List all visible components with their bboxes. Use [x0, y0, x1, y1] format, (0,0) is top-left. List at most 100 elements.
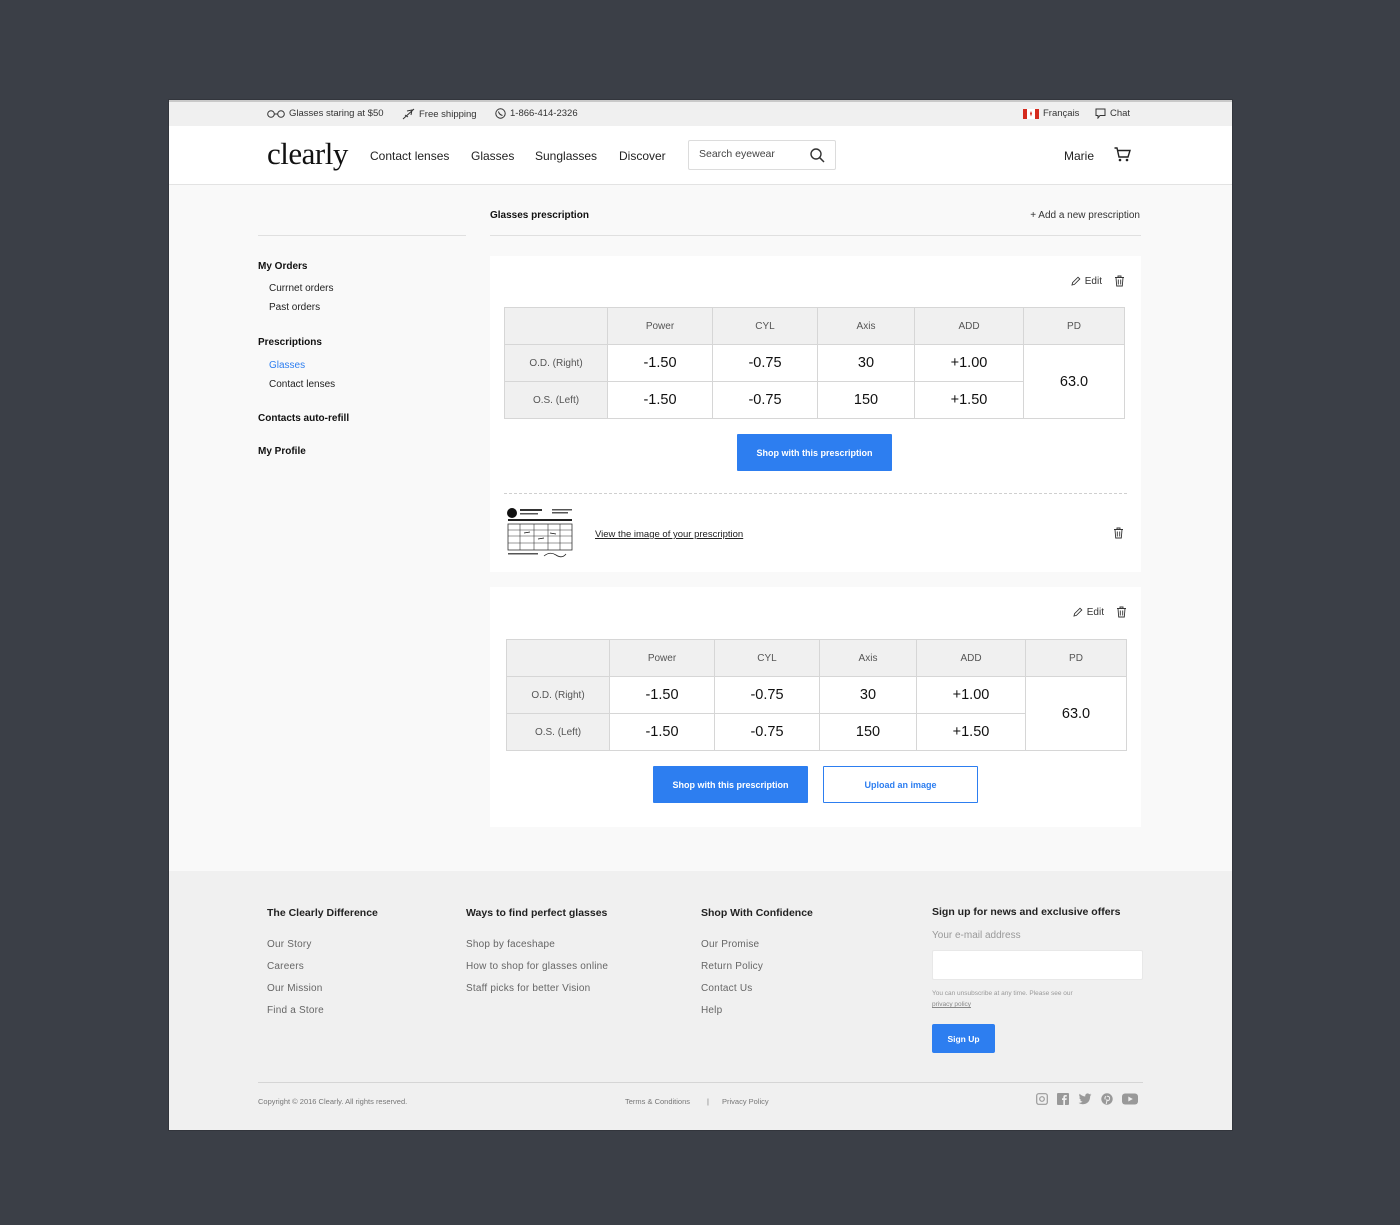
footer-link-find-a-store[interactable]: Find a Store [267, 1005, 324, 1016]
footer-link-help[interactable]: Help [701, 1005, 722, 1016]
sidebar-item-current-orders[interactable]: Currnet orders [269, 283, 333, 294]
prescription-table: Power CYL Axis ADD PD O.D. (Right) -1.50… [504, 307, 1125, 419]
prescription-card: Edit Power CYL Axis ADD PD O.D. (Right) … [490, 587, 1141, 827]
edit-button[interactable]: Edit [1073, 607, 1104, 618]
sidebar-my-orders[interactable]: My Orders [258, 261, 307, 272]
twitter-icon[interactable] [1078, 1093, 1092, 1105]
sidebar-prescriptions[interactable]: Prescriptions [258, 337, 322, 348]
account-page: Glasses staring at $50 Free shipping 1-8… [169, 100, 1232, 1130]
copyright-text: Copyright © 2016 Clearly. All rights res… [258, 1097, 408, 1106]
sidebar-my-profile[interactable]: My Profile [258, 446, 306, 457]
site-footer: The Clearly Difference Our Story Careers… [169, 871, 1232, 1130]
glasses-icon [267, 109, 285, 118]
prescription-image-thumbnail[interactable] [504, 506, 576, 560]
search-input[interactable] [699, 148, 804, 160]
footer-link-contact-us[interactable]: Contact Us [701, 983, 752, 994]
title-divider [490, 235, 1141, 236]
table-row: O.D. (Right) -1.50 -0.75 30 +1.00 63.0 [504, 344, 1125, 419]
logo[interactable]: clearly [267, 136, 348, 172]
card-actions: Edit [1071, 275, 1125, 287]
site-header: clearly Contact lenses Glasses Sunglasse… [169, 126, 1232, 185]
pinterest-icon[interactable] [1101, 1093, 1113, 1105]
footer-link-our-story[interactable]: Our Story [267, 939, 312, 950]
privacy-link[interactable]: Privacy Policy [722, 1097, 769, 1106]
email-label: Your e-mail address [932, 930, 1021, 941]
footer-heading: The Clearly Difference [267, 907, 378, 919]
edit-label: Edit [1086, 606, 1104, 618]
trash-icon[interactable] [1114, 275, 1125, 287]
footer-link-our-mission[interactable]: Our Mission [267, 983, 323, 994]
sidebar-divider [258, 235, 466, 236]
footer-link-how-to-shop[interactable]: How to shop for glasses online [466, 961, 608, 972]
nav-sunglasses[interactable]: Sunglasses [535, 149, 597, 163]
sign-up-button[interactable]: Sign Up [932, 1024, 995, 1053]
shop-with-prescription-button[interactable]: Shop with this prescription [737, 434, 892, 471]
chat-text: Chat [1110, 108, 1131, 119]
shop-with-prescription-button[interactable]: Shop with this prescription [653, 766, 808, 803]
sidebar-contacts-auto-refill[interactable]: Contacts auto-refill [258, 413, 349, 424]
nav-contact-lenses[interactable]: Contact lenses [370, 149, 449, 163]
prescription-card: Edit Power CYL Axis ADD PD O.D. (Right) … [490, 256, 1141, 572]
add-value: +1.50 [916, 713, 1026, 751]
power-value: -1.50 [607, 381, 713, 419]
edit-button[interactable]: Edit [1071, 276, 1102, 287]
search-icon[interactable] [810, 148, 825, 163]
page-title: Glasses prescription [490, 210, 589, 221]
footer-link-our-promise[interactable]: Our Promise [701, 939, 759, 950]
instagram-icon[interactable] [1036, 1093, 1048, 1105]
footer-link-staff-picks[interactable]: Staff picks for better Vision [466, 983, 590, 994]
nav-glasses[interactable]: Glasses [471, 149, 514, 163]
plane-icon [402, 108, 415, 120]
account-sidebar: My Orders Currnet orders Past orders Pre… [258, 235, 466, 457]
user-name[interactable]: Marie [1064, 149, 1094, 163]
language-text: Français [1043, 108, 1080, 119]
table-header-row: Power CYL Axis ADD PD [504, 307, 1125, 345]
power-value: -1.50 [609, 676, 715, 714]
card-actions: Edit [1073, 606, 1127, 618]
footer-link-faceshape[interactable]: Shop by faceshape [466, 939, 555, 950]
promo-text: Glasses staring at $50 [289, 108, 384, 119]
dashed-divider [504, 493, 1127, 494]
power-value: -1.50 [609, 713, 715, 751]
phone-text: 1-866-414-2326 [510, 108, 578, 119]
table-corner-cell [506, 639, 610, 677]
footer-heading: Ways to find perfect glasses [466, 907, 608, 919]
upload-image-button[interactable]: Upload an image [823, 766, 978, 803]
column-header: Power [607, 307, 713, 345]
facebook-icon[interactable] [1057, 1093, 1069, 1105]
cyl-value: -0.75 [712, 344, 818, 382]
footer-link-return-policy[interactable]: Return Policy [701, 961, 763, 972]
add-prescription-link[interactable]: + Add a new prescription [1030, 210, 1140, 221]
column-header: CYL [712, 307, 818, 345]
chat-icon [1095, 108, 1106, 119]
phone-icon [495, 108, 506, 119]
prescription-scan-icon [507, 508, 573, 558]
cart-icon[interactable] [1114, 147, 1131, 162]
chat-button[interactable]: Chat [1095, 108, 1130, 119]
social-links [1036, 1093, 1138, 1105]
trash-icon[interactable] [1116, 606, 1127, 618]
cyl-value: -0.75 [712, 381, 818, 419]
privacy-policy-link[interactable]: privacy policy [932, 1001, 971, 1008]
trash-icon[interactable] [1113, 527, 1124, 539]
column-header: Axis [819, 639, 917, 677]
youtube-icon[interactable] [1122, 1093, 1138, 1105]
axis-value: 30 [819, 676, 917, 714]
sidebar-item-glasses[interactable]: Glasses [269, 360, 305, 371]
unsubscribe-note: You can unsubscribe at any time. Please … [932, 988, 1117, 1010]
email-field[interactable] [932, 950, 1143, 980]
column-header: PD [1025, 639, 1127, 677]
pencil-icon [1073, 607, 1083, 617]
sidebar-item-contact-lenses[interactable]: Contact lenses [269, 379, 335, 390]
shipping-item: Free shipping [402, 108, 477, 120]
view-prescription-image-link[interactable]: View the image of your prescription [595, 529, 743, 540]
column-header: ADD [916, 639, 1026, 677]
nav-discover[interactable]: Discover [619, 149, 666, 163]
sidebar-item-past-orders[interactable]: Past orders [269, 302, 320, 313]
table-header-row: Power CYL Axis ADD PD [506, 639, 1127, 677]
phone-item[interactable]: 1-866-414-2326 [495, 108, 578, 119]
footer-link-careers[interactable]: Careers [267, 961, 304, 972]
row-label: O.D. (Right) [506, 676, 610, 714]
terms-link[interactable]: Terms & Conditions [625, 1097, 690, 1106]
language-switch[interactable]: Français [1023, 108, 1079, 119]
